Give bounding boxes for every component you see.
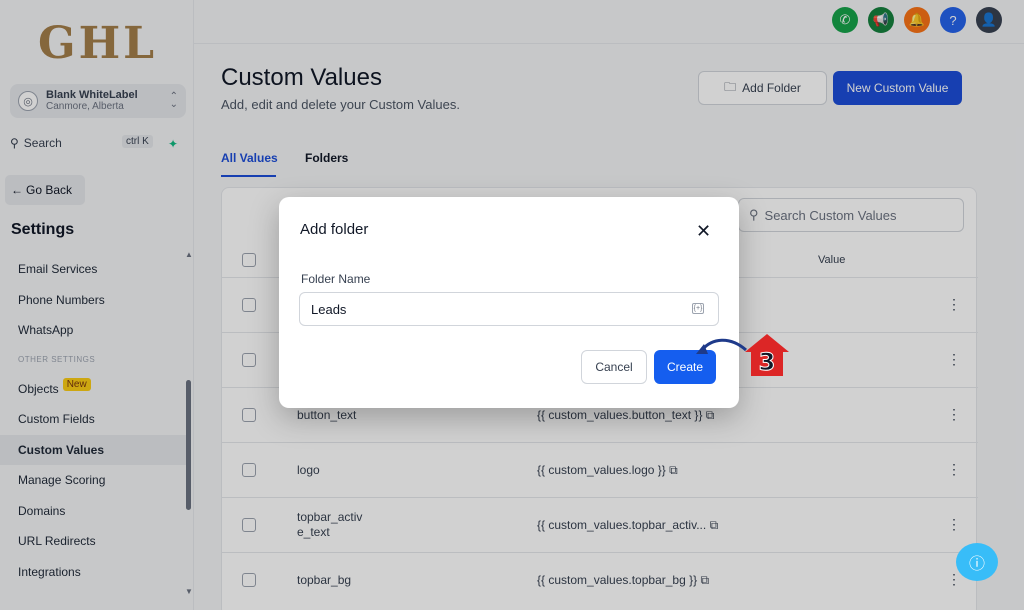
cancel-button[interactable]: Cancel [581, 350, 647, 384]
folder-name-input[interactable] [299, 292, 719, 326]
arrow-annotation-icon [696, 338, 747, 354]
close-icon[interactable]: ✕ [696, 221, 711, 242]
field-tag-icon[interactable]: {+} [692, 303, 704, 314]
step-annotation: 3 [745, 334, 789, 377]
modal-title: Add folder [300, 221, 369, 238]
folder-name-label: Folder Name [301, 272, 371, 286]
step-number: 3 [759, 348, 776, 376]
add-folder-modal: Add folder ✕ Folder Name {+} Cancel Crea… [279, 197, 739, 408]
chat-widget-icon[interactable]: ⓘ [956, 543, 998, 581]
